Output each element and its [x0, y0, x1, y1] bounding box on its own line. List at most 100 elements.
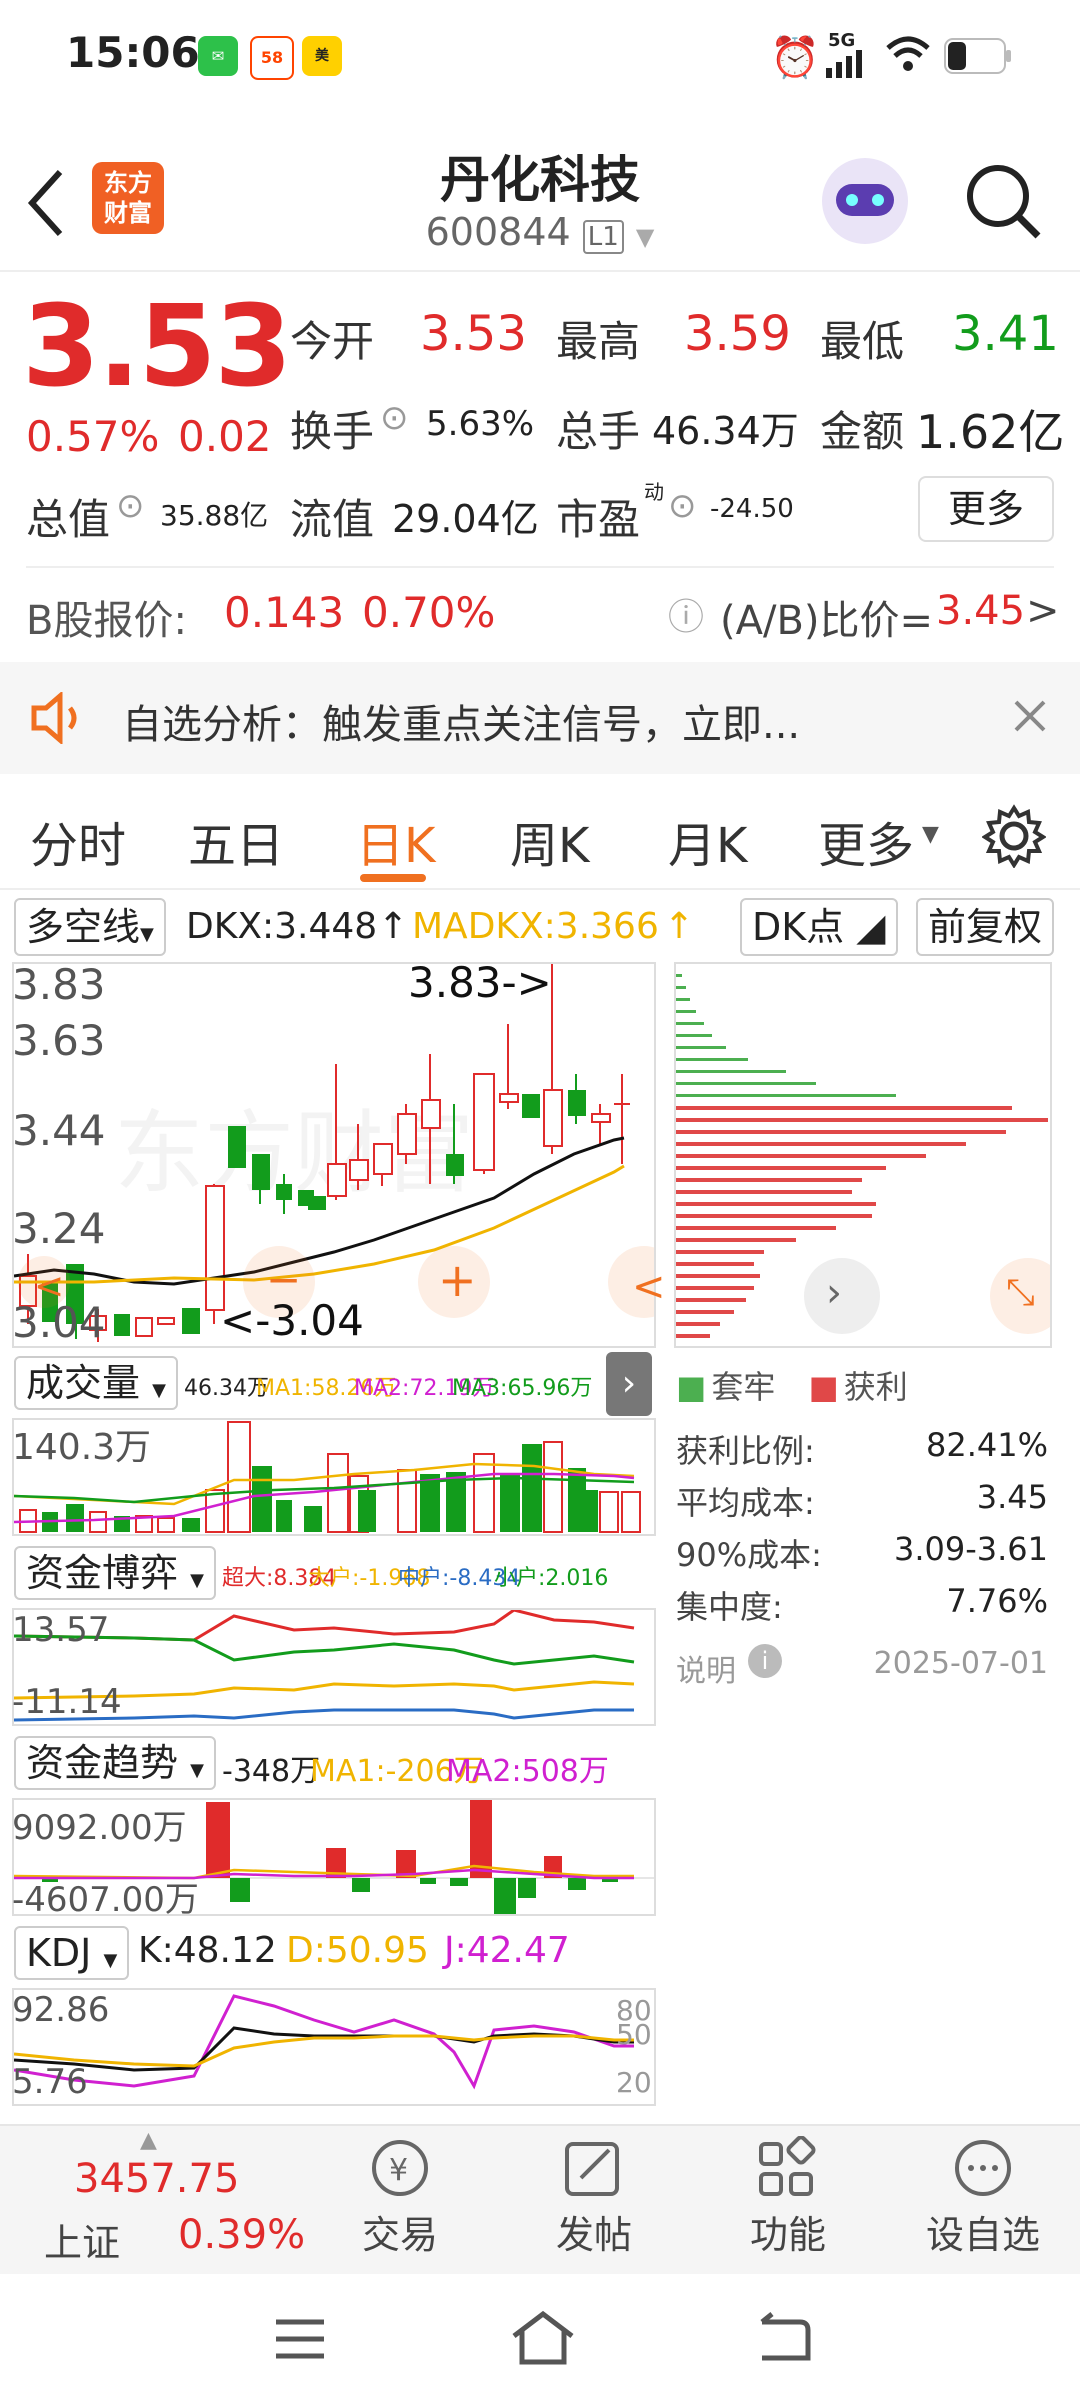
mktcap-value: 35.88亿 [160, 499, 269, 532]
madkx-value: MADKX:3.366 [412, 906, 659, 947]
menu-icon[interactable] [270, 2314, 330, 2364]
chevron-right-icon[interactable]: > [1026, 588, 1060, 634]
candle [522, 1094, 540, 1118]
kdj-d-line [14, 2034, 634, 2068]
adjust-button[interactable]: 前复权 [916, 898, 1055, 956]
active-tab-indicator [360, 874, 426, 882]
open-value: 3.53 [420, 306, 527, 362]
amount-label: 金额 [820, 407, 905, 456]
tab-more[interactable]: 更多 [818, 806, 914, 876]
tab-weekly-k[interactable]: 周K [510, 806, 589, 876]
bottom-toolbar: ▲ 3457.75 上证 0.39% ¥ 交易 发帖 功能 设自选 [0, 2124, 1080, 2276]
volume-y-tick: 140.3万 [12, 1427, 152, 1468]
info-icon[interactable]: ⊙ [668, 486, 697, 526]
legend-trapped: 套牢 [711, 1368, 776, 1406]
post-label: 发帖 [555, 2213, 632, 2257]
capital-game-y-bottom: -11.14 [12, 1682, 122, 1722]
stock-code: 600844 [425, 210, 571, 254]
chip-bars-svg [676, 974, 1050, 1338]
chip-distribution-chart[interactable]: › ⤡ [674, 962, 1052, 1348]
capital-game-select-label: 资金博弈 [26, 1551, 179, 1595]
index-name[interactable]: 上证 [44, 2212, 120, 2267]
candle [397, 1104, 417, 1164]
up-arrow: ↑ [664, 906, 695, 947]
close-icon[interactable] [1012, 698, 1048, 734]
tab-monthly-k[interactable]: 月K [668, 806, 747, 876]
trade-button[interactable]: ¥ 交易 [340, 2136, 460, 2276]
chip-note-label[interactable]: 说明 [676, 1646, 736, 1690]
chevron-right-icon[interactable]: › [826, 1270, 842, 1316]
indicator-select[interactable]: 多空线▼ [14, 898, 166, 956]
expand-icon[interactable]: ⤡ [1006, 1272, 1035, 1314]
status-bar: 15:06 ✉ 58 美 ⏰ 5G [0, 0, 1080, 110]
kdj-select[interactable]: KDJ ▼ [14, 1926, 130, 1980]
stock-code-row[interactable]: 600844 L1 ▼ [0, 210, 1080, 254]
candle [182, 1308, 200, 1334]
capital-trend-y-bottom: -4607.00万 [12, 1880, 199, 1920]
functions-button[interactable]: 功能 [728, 2135, 848, 2276]
legend-swatch: ■ [808, 1368, 839, 1406]
yen-exchange-icon: ¥ [372, 2140, 428, 2196]
pe-label: 市盈 [556, 495, 641, 544]
chip-legend: ■ 套牢 ■ 获利 [676, 1362, 1048, 1408]
notice-bar[interactable]: 自选分析：触发重点关注信号，立即... [0, 662, 1080, 774]
capital-game-y-top: 13.57 [12, 1610, 110, 1650]
dk-point-button[interactable]: DK点 ◢ [740, 898, 898, 956]
info-icon[interactable]: ⊙ [116, 486, 145, 526]
capital-game-select[interactable]: 资金博弈 ▼ [14, 1546, 216, 1600]
svg-text:¥: ¥ [389, 2153, 408, 2188]
volume-label: 总手 [556, 407, 641, 456]
help-icon[interactable]: ⓘ [668, 588, 704, 640]
volume-chart: 140.3万 [12, 1418, 656, 1536]
open-label: 今开 [290, 317, 375, 366]
capital-trend-select[interactable]: 资金趋势 ▼ [14, 1736, 216, 1790]
chevron-up-icon[interactable]: ▲ [140, 2128, 157, 2153]
candle [568, 1074, 586, 1124]
pe-dynamic-sup: 动 [644, 480, 664, 504]
dkx-value: DKX:3.448 [186, 906, 378, 947]
volume-select[interactable]: 成交量 ▼ [14, 1356, 178, 1410]
chevron-down-icon: ▼ [922, 822, 939, 847]
chip-date: 2025-07-01 [873, 1646, 1048, 1681]
add-watchlist-button[interactable]: 设自选 [908, 2136, 1058, 2276]
alarm-icon: ⏰ [770, 35, 820, 81]
info-icon[interactable]: i [748, 1644, 782, 1678]
float-label: 流值 [290, 495, 375, 544]
info-icon[interactable]: ⊙ [380, 398, 409, 438]
index-pct[interactable]: 0.39% [178, 2212, 305, 2258]
post-button[interactable]: 发帖 [534, 2136, 654, 2276]
kdj-svg [14, 1994, 634, 2090]
change-pct: 0.57% [26, 412, 160, 461]
kdj-level: 50 [616, 2018, 652, 2051]
divider [26, 566, 1054, 568]
high-label: 最高 [556, 317, 641, 366]
low-label: 最低 [820, 317, 905, 366]
wechat-icon: ✉ [198, 36, 238, 76]
capital-trend-chart: 9092.00万 -4607.00万 [12, 1798, 656, 1920]
scroll-left-icon[interactable]: < [632, 1264, 666, 1310]
collapse-chevron-icon[interactable]: › [606, 1352, 652, 1416]
tab-intraday[interactable]: 分时 [30, 806, 126, 876]
back-nav-icon[interactable] [750, 2308, 814, 2368]
volume-select-label: 成交量 [26, 1361, 141, 1405]
stock-name: 丹化科技 [440, 151, 640, 209]
small-flow: 小户:2.016 [494, 1566, 609, 1591]
functions-label: 功能 [749, 2213, 826, 2257]
robot-assistant-icon[interactable] [822, 158, 908, 244]
scroll-left-icon[interactable]: < [34, 1266, 64, 1307]
search-icon[interactable] [964, 162, 1044, 242]
home-icon[interactable] [508, 2308, 578, 2368]
more-button[interactable]: 更多 [918, 476, 1054, 542]
b-share-label: B股报价: [26, 598, 187, 644]
kline-chart[interactable]: 东方财富 − + 3.83 3.63 3.44 3.24 3.04 3.83->… [12, 958, 666, 1348]
volume-value: 46.34万 [652, 409, 799, 453]
high-value: 3.59 [684, 306, 791, 362]
58-app-icon: 58 [250, 36, 294, 80]
tab-daily-k[interactable]: 日K [356, 806, 435, 876]
ab-ratio-value: 3.45 [936, 588, 1026, 634]
settings-gear-icon[interactable] [982, 804, 1046, 868]
candle [157, 1317, 175, 1325]
index-value[interactable]: 3457.75 [74, 2156, 239, 2202]
chip-row-value: 82.41% [925, 1426, 1048, 1464]
tab-five-day[interactable]: 五日 [188, 806, 284, 876]
